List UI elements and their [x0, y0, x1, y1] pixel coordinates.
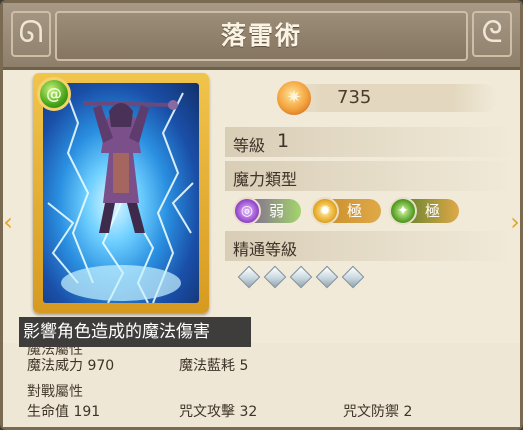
mana-cost-stat: 魔法藍耗 5 [179, 358, 249, 374]
mastery-gem-icon [289, 265, 313, 289]
level-value: 1 [277, 130, 290, 152]
nature-star-icon: ✦ [389, 197, 417, 225]
hp-stat: 生命值 191 [27, 404, 101, 420]
combat-attributes-title: 對戰屬性 [27, 384, 83, 400]
flame-book-icon: ✷ [277, 81, 311, 115]
cost-row: ✷ 735 [277, 81, 497, 115]
lightning-mage-illustration [47, 83, 194, 303]
spell-card-art [43, 83, 199, 303]
spell-card[interactable]: @ [33, 73, 209, 313]
dark-orb-icon: ◎ [233, 197, 261, 225]
sun-icon: ✹ [311, 197, 339, 225]
title-bar: ᘏ 落雷術 ᘓ [3, 3, 520, 70]
prev-arrow-icon[interactable]: ‹ [1, 209, 15, 235]
level-label: 等級 [233, 136, 266, 155]
magic-type-sun-text: 極 [347, 202, 363, 220]
tooltip: 影響角色造成的魔法傷害 [19, 317, 251, 347]
spiral-green-icon: @ [37, 77, 71, 111]
magic-type-label: 魔力類型 [233, 170, 298, 189]
magic-power-stat: 魔法威力 970 [27, 358, 115, 374]
mastery-gem-icon [341, 265, 365, 289]
magic-type-nature-text: 極 [425, 202, 441, 220]
magic-type-weak-text: 弱 [269, 202, 285, 220]
level-stripe [225, 127, 515, 157]
stats-area: 魔法屬性 魔法威力 970 魔法藍耗 5 對戰屬性 生命值 191 咒文攻擊 3… [3, 342, 520, 427]
magic-type-nature: ✦ 極 [389, 197, 459, 225]
page-title: 落雷術 [220, 21, 302, 50]
spell-defense-stat: 咒文防禦 2 [343, 404, 413, 420]
magic-type-weak: ◎ 弱 [233, 197, 301, 225]
cost-value: 735 [337, 87, 372, 108]
spell-detail-panel: ᘏ 落雷術 ᘓ ‹ › @ ✷ 735 等級 1 魔力類型 ◎ 弱 ✹ 極 ✦ … [0, 0, 523, 430]
right-ornament: ᘓ [472, 11, 512, 57]
left-ornament: ᘏ [11, 11, 51, 57]
title-plate: 落雷術 [55, 11, 468, 61]
magic-type-sun: ✹ 極 [311, 197, 381, 225]
mastery-label: 精通等級 [233, 240, 298, 259]
mastery-gem-icon [315, 265, 339, 289]
mastery-gem-icon [237, 265, 261, 289]
spell-attack-stat: 咒文攻擊 32 [179, 404, 258, 420]
mastery-gem-icon [263, 265, 287, 289]
